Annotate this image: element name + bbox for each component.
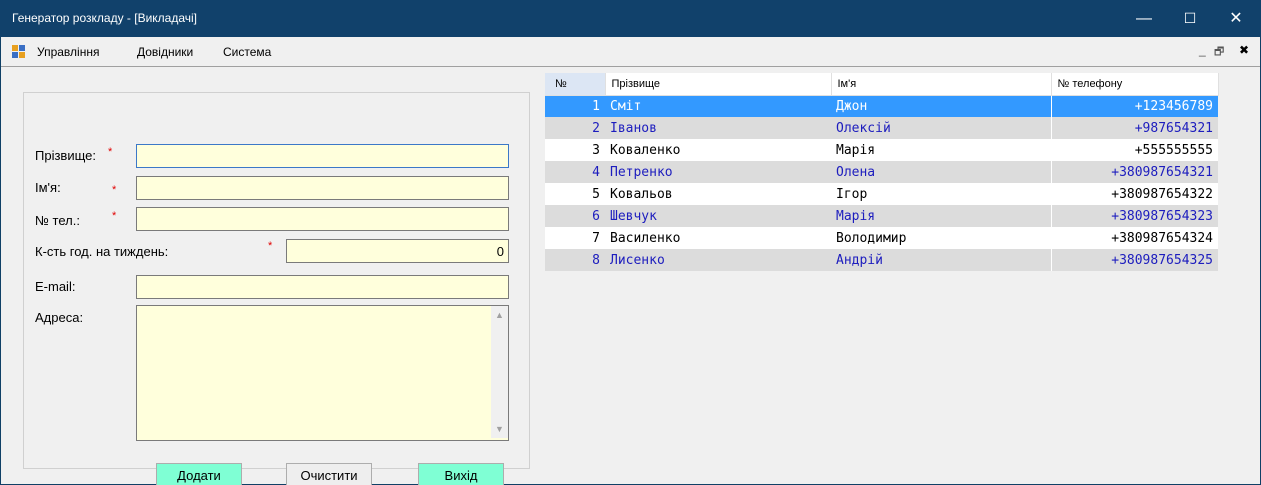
exit-button[interactable]: Вихід	[418, 463, 504, 485]
table-row[interactable]: 7 Василенко Володимир +380987654324	[545, 227, 1218, 249]
address-label: Адреса:	[35, 310, 84, 325]
cell-surname[interactable]: Коваленко	[605, 139, 831, 161]
cell-number[interactable]: 8	[545, 249, 605, 271]
cell-surname[interactable]: Лисенко	[605, 249, 831, 271]
column-header-phone[interactable]: № телефону	[1051, 73, 1219, 96]
minimize-button[interactable]: —	[1121, 0, 1167, 37]
surname-input[interactable]	[136, 144, 509, 168]
mdi-close-button[interactable]: ✖	[1239, 43, 1249, 57]
cell-surname[interactable]: Ковальов	[605, 183, 831, 205]
client-area: Управління Довідники Система _ 🗗 ✖ Прізв…	[0, 37, 1261, 485]
hours-label: К-сть год. на тиждень:	[35, 244, 169, 259]
hours-required-mark: *	[268, 240, 273, 252]
cell-name[interactable]: Джон	[831, 95, 1051, 117]
email-input[interactable]	[136, 275, 509, 299]
cell-number[interactable]: 1	[545, 95, 605, 117]
cell-phone[interactable]: +380987654323	[1050, 205, 1218, 227]
maximize-button[interactable]: ☐	[1167, 0, 1213, 37]
cell-phone[interactable]: +380987654321	[1050, 161, 1218, 183]
phone-input[interactable]	[136, 207, 509, 231]
phone-label: № тел.:	[35, 213, 80, 228]
menu-system[interactable]: Система	[223, 45, 271, 59]
cell-surname[interactable]: Сміт	[605, 95, 831, 117]
column-header-name[interactable]: Ім'я	[831, 73, 1052, 96]
cell-surname[interactable]: Іванов	[605, 117, 831, 139]
hours-per-week-input[interactable]	[286, 239, 509, 263]
cell-surname[interactable]: Василенко	[605, 227, 831, 249]
name-label: Ім'я:	[35, 180, 61, 195]
cell-name[interactable]: Олексій	[831, 117, 1051, 139]
table-row[interactable]: 3 Коваленко Марія +555555555	[545, 139, 1218, 161]
cell-name[interactable]: Марія	[831, 205, 1051, 227]
cell-phone[interactable]: +123456789	[1050, 95, 1218, 117]
cell-number[interactable]: 4	[545, 161, 605, 183]
teachers-table: № Прізвище Ім'я № телефону 1 Сміт Джон +…	[545, 73, 1219, 271]
cell-number[interactable]: 6	[545, 205, 605, 227]
cell-phone[interactable]: +380987654322	[1050, 183, 1218, 205]
mdi-restore-button[interactable]: 🗗	[1214, 43, 1224, 62]
menu-bar: Управління Довідники Система _ 🗗 ✖	[1, 37, 1260, 67]
address-scrollbar[interactable]: ▲ ▼	[491, 306, 508, 438]
scroll-up-icon[interactable]: ▲	[491, 310, 508, 320]
cell-number[interactable]: 7	[545, 227, 605, 249]
teacher-form-panel: Прізвище: * Ім'я: * № тел.: * К-сть год.…	[23, 92, 530, 485]
table-row[interactable]: 5 Ковальов Ігор +380987654322	[545, 183, 1218, 205]
column-header-number[interactable]: №	[545, 73, 606, 96]
cell-name[interactable]: Ігор	[831, 183, 1051, 205]
cell-name[interactable]: Андрій	[831, 249, 1051, 271]
table-row[interactable]: 2 Іванов Олексій +987654321	[545, 117, 1218, 139]
menu-management[interactable]: Управління	[37, 45, 99, 59]
cell-phone[interactable]: +555555555	[1050, 139, 1218, 161]
column-header-surname[interactable]: Прізвище	[605, 73, 832, 96]
title-bar: Генератор розкладу - [Викладачі] — ☐ ✕	[0, 0, 1261, 37]
cell-number[interactable]: 5	[545, 183, 605, 205]
address-textarea[interactable]	[136, 305, 509, 441]
cell-name[interactable]: Олена	[831, 161, 1051, 183]
name-input[interactable]	[136, 176, 509, 200]
clear-button[interactable]: Очистити	[286, 463, 372, 485]
window-title: Генератор розкладу - [Викладачі]	[12, 11, 198, 25]
surname-label: Прізвище:	[35, 148, 96, 163]
scroll-down-icon[interactable]: ▼	[491, 424, 508, 434]
mdi-minimize-button[interactable]: _	[1199, 43, 1206, 57]
cell-name[interactable]: Володимир	[831, 227, 1051, 249]
cell-phone[interactable]: +380987654324	[1050, 227, 1218, 249]
table-row[interactable]: 6 Шевчук Марія +380987654323	[545, 205, 1218, 227]
surname-required-mark: *	[108, 146, 113, 158]
table-row[interactable]: 1 Сміт Джон +123456789	[545, 95, 1218, 117]
email-label: E-mail:	[35, 279, 76, 294]
add-button[interactable]: Додати	[156, 463, 242, 485]
app-icon[interactable]	[12, 45, 26, 59]
phone-required-mark: *	[112, 210, 117, 222]
cell-name[interactable]: Марія	[831, 139, 1051, 161]
cell-number[interactable]: 3	[545, 139, 605, 161]
close-button[interactable]: ✕	[1213, 0, 1259, 37]
cell-phone[interactable]: +380987654325	[1050, 249, 1218, 271]
cell-number[interactable]: 2	[545, 117, 605, 139]
table-row[interactable]: 4 Петренко Олена +380987654321	[545, 161, 1218, 183]
table-header-row: № Прізвище Ім'я № телефону	[545, 73, 1219, 96]
name-required-mark: *	[112, 184, 117, 196]
menu-references[interactable]: Довідники	[137, 45, 193, 59]
table-row[interactable]: 8 Лисенко Андрій +380987654325	[545, 249, 1218, 271]
address-area-wrapper: ▲ ▼	[136, 305, 509, 441]
cell-surname[interactable]: Петренко	[605, 161, 831, 183]
cell-surname[interactable]: Шевчук	[605, 205, 831, 227]
cell-phone[interactable]: +987654321	[1050, 117, 1218, 139]
